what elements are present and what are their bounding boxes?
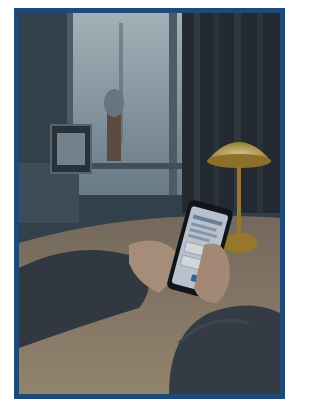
photo-frame	[14, 8, 285, 399]
photo	[19, 13, 280, 394]
